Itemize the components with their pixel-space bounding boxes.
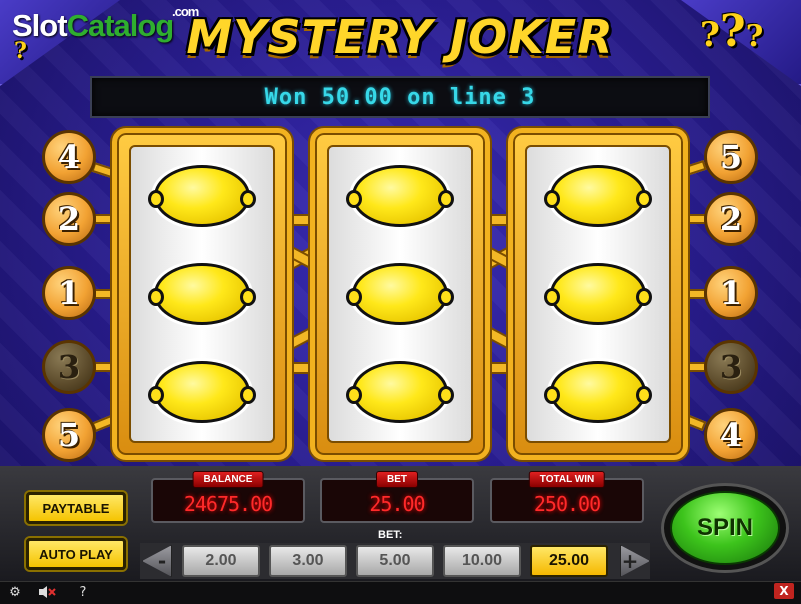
reel-1 [112, 128, 292, 460]
reel-3 [508, 128, 688, 460]
sound-muted-icon[interactable] [38, 583, 56, 601]
lemon-symbol-icon [148, 361, 256, 423]
lemon-symbol-icon [148, 263, 256, 325]
game-title: MYSTERY JOKER [186, 10, 614, 64]
reel-2 [310, 128, 490, 460]
bet-option-5[interactable]: 5.00 [356, 545, 434, 577]
total-win-meter: TOTAL WIN 250.00 [490, 471, 644, 523]
reel-window [525, 145, 671, 443]
lemon-symbol-icon [346, 361, 454, 423]
bet-meter: BET 25.00 [320, 471, 474, 523]
payline-marker-right-2[interactable]: 2 [704, 192, 758, 246]
question-marks-icon: ??? [700, 6, 764, 57]
balance-label: BALANCE [192, 471, 264, 488]
lemon-symbol-icon [148, 165, 256, 227]
close-button[interactable]: X [774, 583, 794, 599]
lemon-symbol-icon [544, 263, 652, 325]
lemon-symbol-icon [544, 165, 652, 227]
spin-button[interactable]: SPIN [670, 491, 780, 565]
lemon-symbol-icon [346, 165, 454, 227]
reel-window [327, 145, 473, 443]
lemon-symbol-icon [346, 263, 454, 325]
payline-marker-right-3[interactable]: 1 [704, 266, 758, 320]
payline-marker-left-3[interactable]: 1 [42, 266, 96, 320]
bet-option-10[interactable]: 10.00 [443, 545, 521, 577]
payline-marker-right-5[interactable]: 4 [704, 408, 758, 462]
paytable-button[interactable]: PAYTABLE [26, 492, 126, 524]
bet-label: BET [376, 471, 418, 488]
payline-marker-left-5[interactable]: 5 [42, 408, 96, 462]
lemon-symbol-icon [544, 361, 652, 423]
bet-selector-label: BET: [378, 529, 403, 541]
bet-option-3[interactable]: 3.00 [269, 545, 347, 577]
watermark-dotcom: .com [172, 4, 199, 19]
balance-value: 24675.00 [183, 492, 273, 516]
gear-icon[interactable]: ⚙ [6, 583, 24, 601]
payline-marker-left-1[interactable]: 4 [42, 130, 96, 184]
slotcatalog-watermark: SlotCatalog .com [12, 4, 199, 44]
total-win-label: TOTAL WIN [528, 471, 606, 488]
bet-option-2[interactable]: 2.00 [182, 545, 260, 577]
bet-option-25-selected[interactable]: 25.00 [530, 545, 608, 577]
reel-window [129, 145, 275, 443]
balance-meter: BALANCE 24675.00 [151, 471, 305, 523]
payline-marker-right-4[interactable]: 3 [704, 340, 758, 394]
watermark-text-slot: Slot [12, 8, 68, 43]
autoplay-button[interactable]: AUTO PLAY [26, 538, 126, 570]
message-display: Won 50.00 on line 3 [90, 76, 710, 118]
payline-marker-right-1[interactable]: 5 [704, 130, 758, 184]
payline-marker-left-2[interactable]: 2 [42, 192, 96, 246]
win-message: Won 50.00 on line 3 [264, 84, 536, 110]
payline-marker-left-4[interactable]: 3 [42, 340, 96, 394]
bet-value: 25.00 [369, 492, 425, 516]
status-bar [0, 581, 801, 604]
watermark-text-catalog: Catalog [66, 8, 175, 43]
total-win-value: 250.00 [533, 492, 601, 516]
help-button[interactable]: ? [74, 583, 92, 601]
